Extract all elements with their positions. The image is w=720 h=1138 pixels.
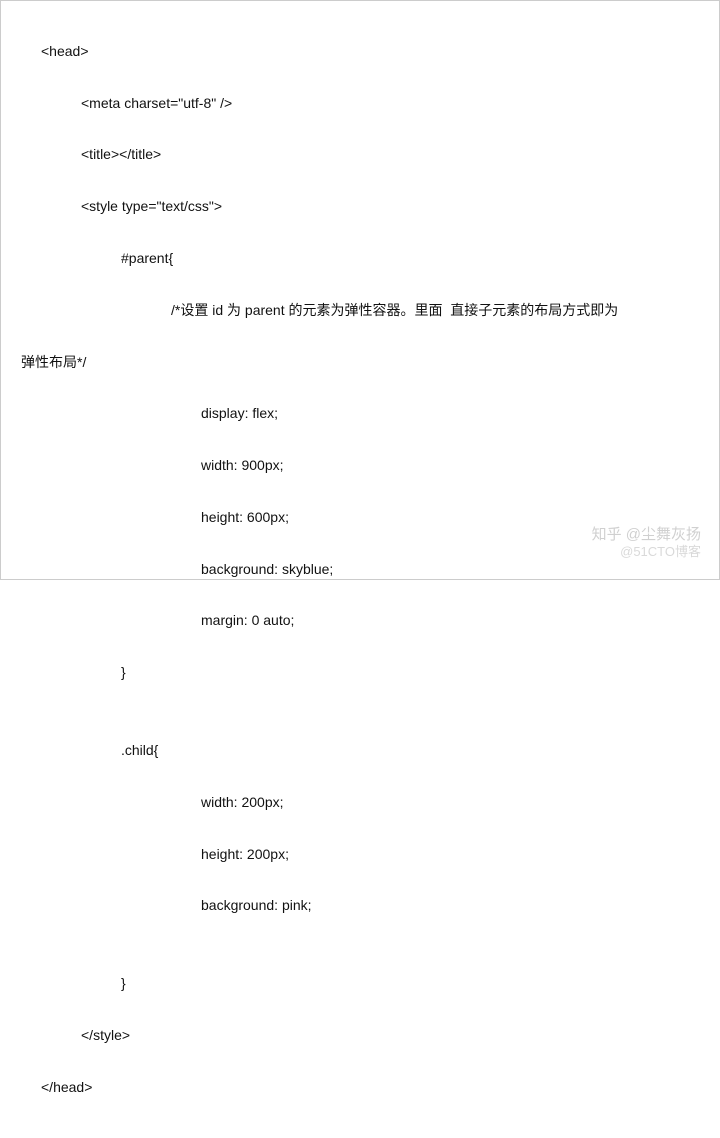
code-line: .child{ (1, 738, 719, 764)
code-line: #parent{ (1, 246, 719, 272)
code-line: background: skyblue; (1, 557, 719, 583)
code-line: } (1, 971, 719, 997)
code-line: <title></title> (1, 142, 719, 168)
code-line: height: 600px; (1, 505, 719, 531)
code-line: width: 900px; (1, 453, 719, 479)
code-line: height: 200px; (1, 842, 719, 868)
code-line: margin: 0 auto; (1, 608, 719, 634)
code-line: </head> (1, 1075, 719, 1101)
code-comment-line2: 弹性布局*/ (1, 350, 719, 376)
code-line: <style type="text/css"> (1, 194, 719, 220)
code-line: width: 200px; (1, 790, 719, 816)
code-block: <head> <meta charset="utf-8" /> <title><… (1, 1, 719, 1138)
code-line: background: pink; (1, 893, 719, 919)
code-line: <head> (1, 39, 719, 65)
code-line: <meta charset="utf-8" /> (1, 91, 719, 117)
code-comment-line1: /*设置 id 为 parent 的元素为弹性容器。里面 直接子元素的布局方式即… (1, 298, 719, 324)
code-line: display: flex; (1, 401, 719, 427)
code-line: </style> (1, 1023, 719, 1049)
code-line: } (1, 660, 719, 686)
